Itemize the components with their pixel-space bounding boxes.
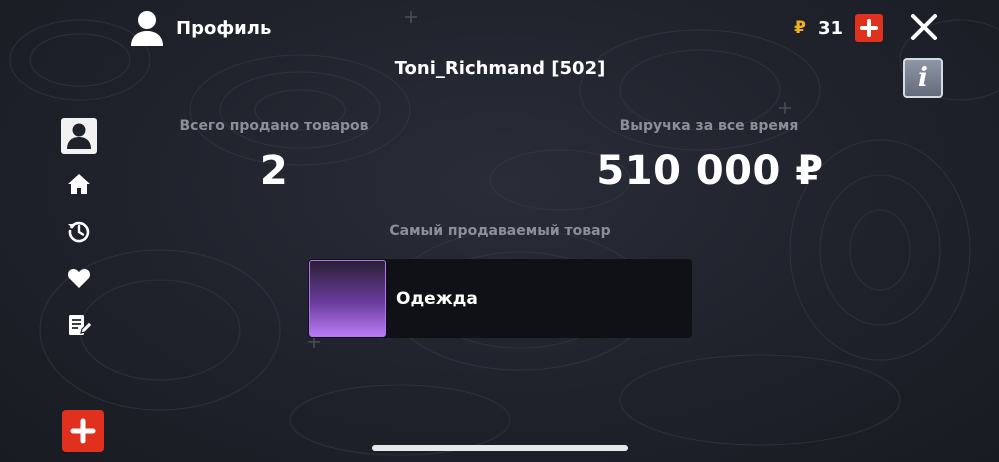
best-selling-label: Самый продаваемый товар [389, 223, 611, 239]
sidebar-item-profile[interactable] [61, 118, 97, 154]
plus-icon [70, 418, 96, 444]
page-title: Профиль [176, 17, 272, 39]
info-button[interactable]: i [903, 58, 943, 98]
sidebar-item-history[interactable] [61, 213, 97, 249]
home-icon [68, 174, 90, 194]
item-thumbnail [309, 260, 386, 337]
sidebar-item-favorites[interactable] [61, 260, 97, 296]
plus-icon [860, 19, 879, 37]
profile-icon [67, 123, 91, 149]
sidebar-item-notes[interactable] [61, 307, 97, 343]
item-name: Одежда [396, 288, 478, 309]
home-indicator[interactable] [372, 445, 628, 451]
balance-value: 31 [818, 17, 844, 39]
sidebar-item-home[interactable] [61, 166, 97, 202]
best-selling-item-card[interactable]: Одежда [308, 259, 692, 338]
ruble-coin-icon: ₽ [794, 18, 806, 38]
revenue-label: Выручка за все время [619, 118, 799, 134]
info-icon: i [918, 63, 928, 93]
items-sold-label: Всего продано товаров [179, 118, 369, 134]
close-icon [911, 14, 937, 40]
add-button[interactable] [62, 410, 104, 452]
revenue-value: 510 000 ₽ [596, 148, 824, 194]
add-funds-button[interactable] [855, 14, 884, 42]
profile-header: Профиль [130, 9, 271, 47]
notes-edit-icon [69, 315, 91, 335]
history-icon [68, 221, 90, 243]
user-icon [131, 11, 163, 46]
username: Toni_Richmand [502] [394, 58, 606, 79]
balance-display: ₽ 31 [790, 14, 884, 42]
close-button[interactable] [908, 11, 940, 43]
heart-icon [67, 269, 91, 288]
items-sold-value: 2 [259, 148, 289, 194]
